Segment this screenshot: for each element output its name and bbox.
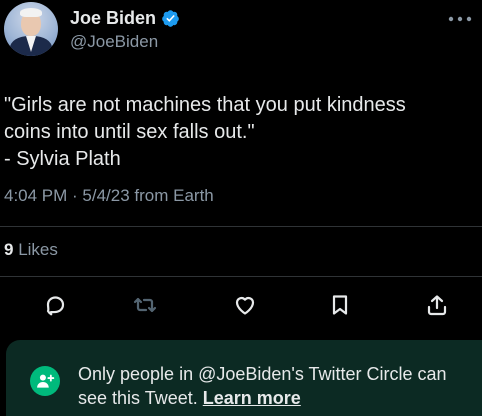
twitter-circle-notice: Only people in @JoeBiden's Twitter Circl…	[6, 340, 482, 416]
tweet-header: Joe Biden @JoeBiden	[0, 0, 482, 70]
circle-notice-text: Only people in @JoeBiden's Twitter Circl…	[78, 362, 478, 410]
retweet-icon	[133, 297, 157, 313]
avatar-hair	[20, 8, 42, 17]
reply-button[interactable]	[40, 290, 70, 320]
circle-people-icon	[30, 366, 60, 396]
learn-more-link[interactable]: Learn more	[203, 388, 301, 408]
bookmark-icon	[332, 295, 348, 315]
author-handle[interactable]: @JoeBiden	[70, 32, 158, 52]
divider	[0, 226, 482, 227]
reply-icon	[46, 296, 65, 316]
avatar[interactable]	[4, 2, 58, 56]
likes-stat[interactable]: 9 Likes	[4, 240, 58, 260]
author-display-name[interactable]: Joe Biden	[70, 8, 156, 29]
bookmark-button[interactable]	[325, 290, 355, 320]
like-button[interactable]	[230, 290, 260, 320]
heart-icon	[235, 296, 255, 315]
tweet-actions	[0, 290, 482, 320]
share-button[interactable]	[422, 290, 452, 320]
share-icon	[427, 295, 447, 316]
tweet-text: "Girls are not machines that you put kin…	[4, 94, 406, 170]
verified-badge-icon	[162, 10, 179, 27]
likes-count: 9	[4, 240, 14, 259]
retweet-button[interactable]	[130, 290, 160, 320]
tweet-timestamp[interactable]: 4:04 PM · 5/4/23 from Earth	[4, 186, 214, 206]
divider	[0, 276, 482, 277]
likes-label: Likes	[18, 240, 58, 259]
more-options-icon[interactable]	[448, 14, 472, 24]
